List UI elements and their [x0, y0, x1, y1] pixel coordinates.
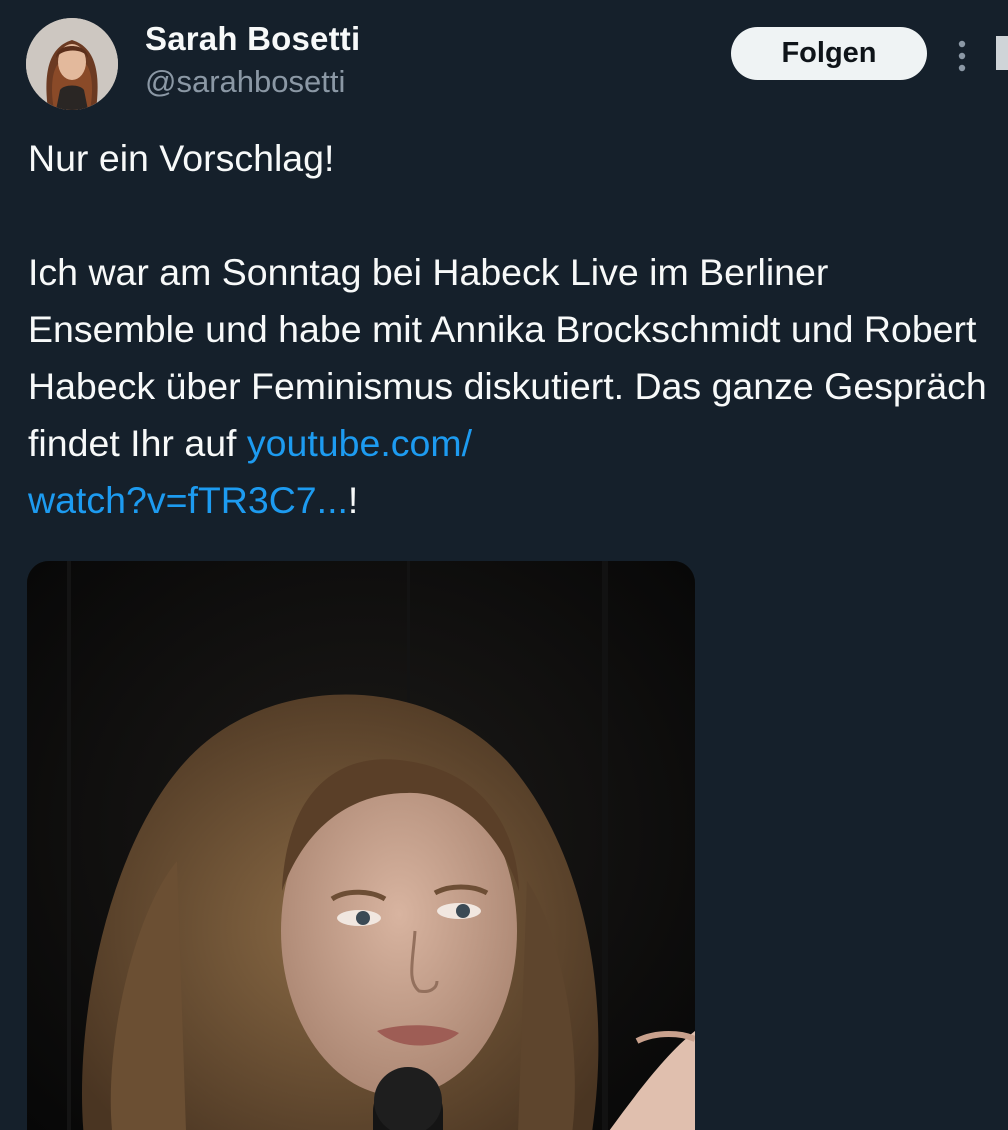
- tweet-media-photo[interactable]: [27, 561, 695, 1130]
- tweet-text-trailing: !: [347, 479, 359, 521]
- partial-edge-icon: [996, 36, 1008, 70]
- follow-button[interactable]: Folgen: [731, 27, 927, 80]
- avatar-photo-icon: [26, 18, 118, 110]
- tweet-card: Sarah Bosetti @sarahbosetti Folgen Nur e…: [0, 0, 1008, 1130]
- youtube-link-part-1: youtube.com/: [246, 422, 473, 464]
- youtube-link-part-2: watch?v=fTR3C7...: [28, 479, 348, 521]
- author-handle[interactable]: @sarahbosetti: [145, 64, 345, 100]
- more-vertical-icon[interactable]: [952, 36, 972, 76]
- tweet-body-text: Ich war am Sonntag bei Habeck Live im Be…: [28, 251, 987, 464]
- tweet-text-line-1: Nur ein Vorschlag!: [28, 137, 335, 179]
- tweet-text-body: Ich war am Sonntag bei Habeck Live im Be…: [28, 244, 993, 529]
- photo-woman-with-microphone-icon: [27, 561, 695, 1130]
- author-avatar[interactable]: [26, 18, 118, 110]
- tweet-text: Nur ein Vorschlag! Ich war am Sonntag be…: [28, 130, 993, 529]
- author-display-name[interactable]: Sarah Bosetti: [145, 20, 360, 58]
